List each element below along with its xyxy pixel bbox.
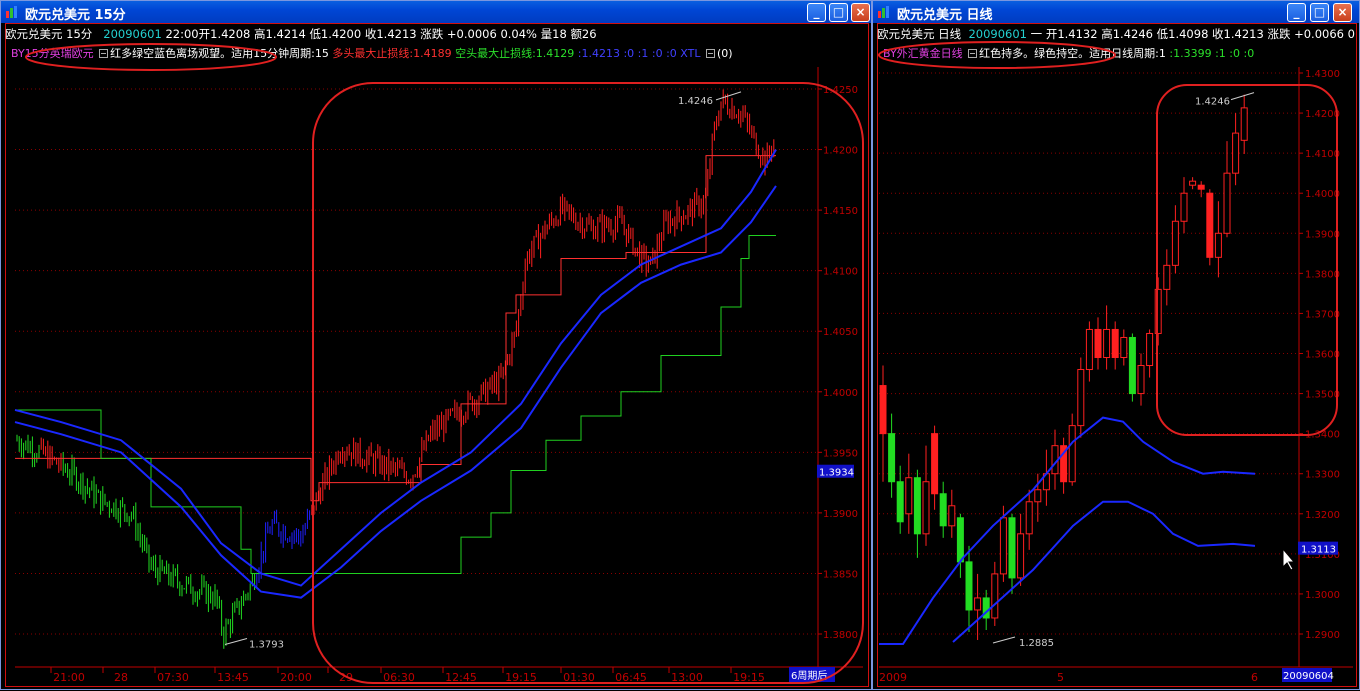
y-tick-label: 1.3950 xyxy=(823,448,858,459)
date-tag: 20090604 xyxy=(1283,671,1334,682)
intraday-candlestick-chart[interactable]: 1.4250 1.4200 1.4150 1.4100 1.4050 1.4000 1.39… xyxy=(1,1,873,691)
low-annotation: 1.2885 xyxy=(1019,638,1054,649)
y-tick-label: 1.4200 xyxy=(1305,109,1340,120)
y-tick-label: 1.4150 xyxy=(823,206,858,217)
candle-body xyxy=(1171,220,1179,266)
x-tick-label: 21:00 xyxy=(53,671,85,684)
y-tick-label: 1.3300 xyxy=(1305,470,1340,481)
x-tick-label: 2009 xyxy=(879,671,907,684)
candle-body xyxy=(1111,328,1119,359)
trend-highlight-box xyxy=(312,82,864,684)
candle-body xyxy=(948,505,956,527)
candle-body xyxy=(1120,336,1128,359)
candle-body xyxy=(1206,192,1214,258)
candle-body xyxy=(974,597,982,611)
candle-body xyxy=(922,481,930,535)
candle-body xyxy=(1214,232,1222,258)
candle-body xyxy=(956,517,964,563)
low-annotation: 1.3793 xyxy=(249,639,284,650)
candle-body xyxy=(1128,336,1136,395)
y-tick-label: 1.4000 xyxy=(823,388,858,399)
y-tick-label: 1.3900 xyxy=(823,509,858,520)
x-tick-label: 20:00 xyxy=(280,671,312,684)
intraday-chart-window[interactable]: 欧元兑美元 15分 _ □ × 欧元兑美元 15分 20090601 22:00… xyxy=(0,0,872,690)
candle-body xyxy=(939,493,947,527)
candle-body xyxy=(1085,328,1093,371)
y-tick-label: 1.4200 xyxy=(823,146,858,157)
candle-body xyxy=(1232,132,1240,174)
current-price-label: 1.3113 xyxy=(1301,545,1336,556)
y-tick-label: 1.2900 xyxy=(1305,630,1340,641)
candle-body xyxy=(1197,184,1205,190)
candle-body xyxy=(1223,172,1231,234)
candle-body xyxy=(1103,328,1111,359)
long-stop-line xyxy=(15,155,776,502)
candle-body xyxy=(1025,501,1033,535)
y-tick-label: 1.3200 xyxy=(1305,510,1340,521)
candle-body xyxy=(965,561,973,611)
x-tick-label: 5 xyxy=(1057,671,1064,684)
y-tick-label: 1.4300 xyxy=(1305,69,1340,80)
moving-average-slow xyxy=(952,500,1256,643)
candle-body xyxy=(1189,180,1197,186)
y-tick-label: 1.3600 xyxy=(1305,350,1340,361)
high-annotation: 1.4246 xyxy=(1195,97,1230,108)
indicator-highlight-ellipse xyxy=(25,43,277,71)
candle-body xyxy=(888,433,896,483)
candle-body xyxy=(931,433,939,495)
y-tick-label: 1.4100 xyxy=(1305,149,1340,160)
low-marker-line xyxy=(992,636,1016,644)
y-tick-label: 1.4050 xyxy=(823,327,858,338)
y-tick-label: 1.3800 xyxy=(823,630,858,641)
low-marker-line xyxy=(224,637,248,645)
candle-body xyxy=(991,573,999,619)
x-tick-label: 6 xyxy=(1251,671,1258,684)
y-tick-label: 1.4000 xyxy=(1305,189,1340,200)
candle-body xyxy=(1034,489,1042,503)
candle-body xyxy=(1146,332,1154,367)
y-tick-label: 1.3000 xyxy=(1305,590,1340,601)
candle-body xyxy=(905,477,913,515)
x-tick-label: 28 xyxy=(114,671,128,684)
candle-body xyxy=(1180,192,1188,222)
current-price-label: 1.3934 xyxy=(819,468,854,479)
candle-body xyxy=(913,477,921,535)
y-tick-label: 1.3700 xyxy=(1305,309,1340,320)
candle-body xyxy=(1008,517,1016,579)
candle-body xyxy=(1068,425,1076,483)
y-tick-label: 1.4100 xyxy=(823,267,858,278)
y-tick-label: 1.4250 xyxy=(823,85,858,96)
candle-body xyxy=(896,481,904,523)
candle-body xyxy=(1137,365,1145,395)
candle-body xyxy=(1077,369,1085,427)
high-marker-line xyxy=(715,91,742,101)
candle-body xyxy=(999,517,1007,575)
candle-body xyxy=(879,385,887,435)
daily-chart-window[interactable]: 欧元兑美元 日线 _ □ × 欧元兑美元 日线 20090601 一 开1.41… xyxy=(872,0,1360,690)
candle-body xyxy=(1240,107,1248,141)
high-marker-line xyxy=(1230,92,1255,101)
candle-body xyxy=(1094,328,1102,359)
mouse-cursor-icon xyxy=(1282,547,1296,571)
high-annotation: 1.4246 xyxy=(678,96,713,107)
daily-candlestick-chart[interactable]: 1.4300 1.4200 1.4100 1.4000 1.3900 1.3800 1.37… xyxy=(873,1,1360,691)
x-tick-label: 07:30 xyxy=(157,671,189,684)
candle-body xyxy=(1163,264,1171,290)
y-tick-label: 1.3500 xyxy=(1305,390,1340,401)
x-tick-label: 13:45 xyxy=(217,671,249,684)
y-tick-label: 1.3900 xyxy=(1305,229,1340,240)
y-tick-label: 1.3850 xyxy=(823,569,858,580)
y-tick-label: 1.3800 xyxy=(1305,269,1340,280)
indicator-highlight-ellipse xyxy=(878,41,1116,69)
candle-body xyxy=(1017,533,1025,579)
